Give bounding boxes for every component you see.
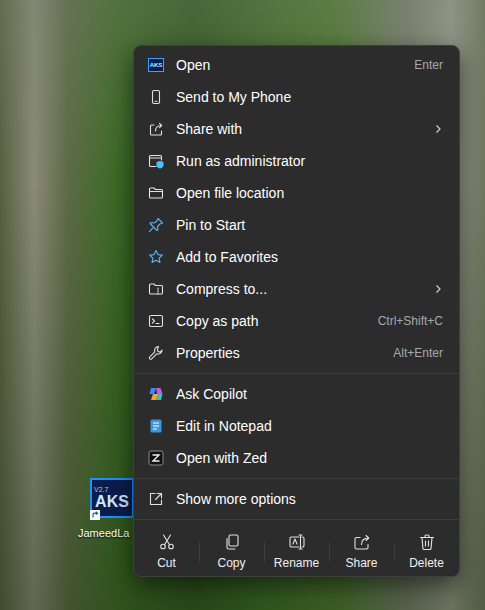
menu-item[interactable]: Pin to Start — [138, 209, 455, 241]
pin-icon — [148, 217, 164, 233]
rename-icon — [288, 533, 306, 551]
menu-item[interactable]: Copy as path Ctrl+Shift+C — [138, 305, 455, 337]
menu-item[interactable]: Ask Copilot — [138, 378, 455, 410]
menu-item-shortcut: Ctrl+Shift+C — [378, 314, 443, 328]
show-more-icon — [148, 491, 164, 507]
menu-item-shortcut: Alt+Enter — [393, 346, 443, 360]
zip-folder-icon — [148, 281, 164, 297]
star-icon — [148, 249, 164, 265]
menu-item-label: Open file location — [176, 185, 443, 201]
menu-item-label: Show more options — [176, 491, 443, 507]
phone-icon — [148, 89, 164, 105]
menu-item-label: Ask Copilot — [176, 386, 443, 402]
menu-item[interactable]: Share with — [138, 113, 455, 145]
menu-item[interactable]: Properties Alt+Enter — [138, 337, 455, 369]
copy-icon — [223, 533, 241, 551]
action-label: Rename — [274, 556, 319, 570]
action-label: Share — [345, 556, 377, 570]
trash-icon — [418, 533, 436, 551]
action-button[interactable]: Cut — [134, 528, 199, 570]
menu-item[interactable]: Compress to... — [138, 273, 455, 305]
menu-separator — [134, 478, 459, 479]
action-bar: Cut Copy Rename Share Delete — [134, 524, 459, 576]
shortcut-arrow-icon — [90, 510, 100, 520]
action-label: Cut — [157, 556, 176, 570]
menu-item[interactable]: Send to My Phone — [138, 81, 455, 113]
menu-item-label: Share with — [176, 121, 425, 137]
menu-item-label: Pin to Start — [176, 217, 443, 233]
menu-item-label: Compress to... — [176, 281, 425, 297]
chevron-right-icon — [433, 284, 443, 294]
menu-item-shortcut: Enter — [414, 58, 443, 72]
menu-item-label: Run as administrator — [176, 153, 443, 169]
action-label: Delete — [409, 556, 444, 570]
menu-item[interactable]: Run as administrator — [138, 145, 455, 177]
desktop: V2.7AKSJameedLaAKSOpenEnterSend to My Ph… — [0, 0, 485, 610]
copy-path-icon — [148, 313, 164, 329]
menu-item[interactable]: Edit in Notepad — [138, 410, 455, 442]
folder-icon — [148, 185, 164, 201]
action-label: Copy — [217, 556, 245, 570]
shortcut-label: JameedLa — [78, 527, 129, 539]
menu-item-label: Add to Favorites — [176, 249, 443, 265]
menu-item[interactable]: Open file location — [138, 177, 455, 209]
menu-item[interactable]: Add to Favorites — [138, 241, 455, 273]
scissors-icon — [158, 533, 176, 551]
menu-item[interactable]: AKS Open Enter — [138, 49, 455, 81]
menu-item-label: Edit in Notepad — [176, 418, 443, 434]
context-menu: AKS Open Enter Send to My Phone Share with Ru… — [133, 45, 460, 577]
action-button[interactable]: Share — [329, 528, 394, 570]
share-icon — [353, 533, 371, 551]
share-icon — [148, 121, 164, 137]
menu-item[interactable]: Show more options — [138, 483, 455, 515]
menu-item-label: Open — [176, 57, 402, 73]
menu-item-label: Send to My Phone — [176, 89, 443, 105]
menu-item[interactable]: Open with Zed — [138, 442, 455, 474]
notepad-icon — [148, 418, 164, 434]
app-logo-icon: AKS — [148, 58, 164, 72]
menu-item-label: Open with Zed — [176, 450, 443, 466]
chevron-right-icon — [433, 124, 443, 134]
action-button[interactable]: Copy — [199, 528, 264, 570]
wrench-icon — [148, 345, 164, 361]
menu-separator — [134, 519, 459, 520]
copilot-icon — [148, 386, 164, 402]
zed-logo-icon — [148, 450, 164, 466]
menu-item-label: Copy as path — [176, 313, 366, 329]
action-button[interactable]: Rename — [264, 528, 329, 570]
admin-shield-icon — [148, 153, 164, 169]
menu-item-label: Properties — [176, 345, 381, 361]
menu-separator — [134, 373, 459, 374]
action-button[interactable]: Delete — [394, 528, 459, 570]
